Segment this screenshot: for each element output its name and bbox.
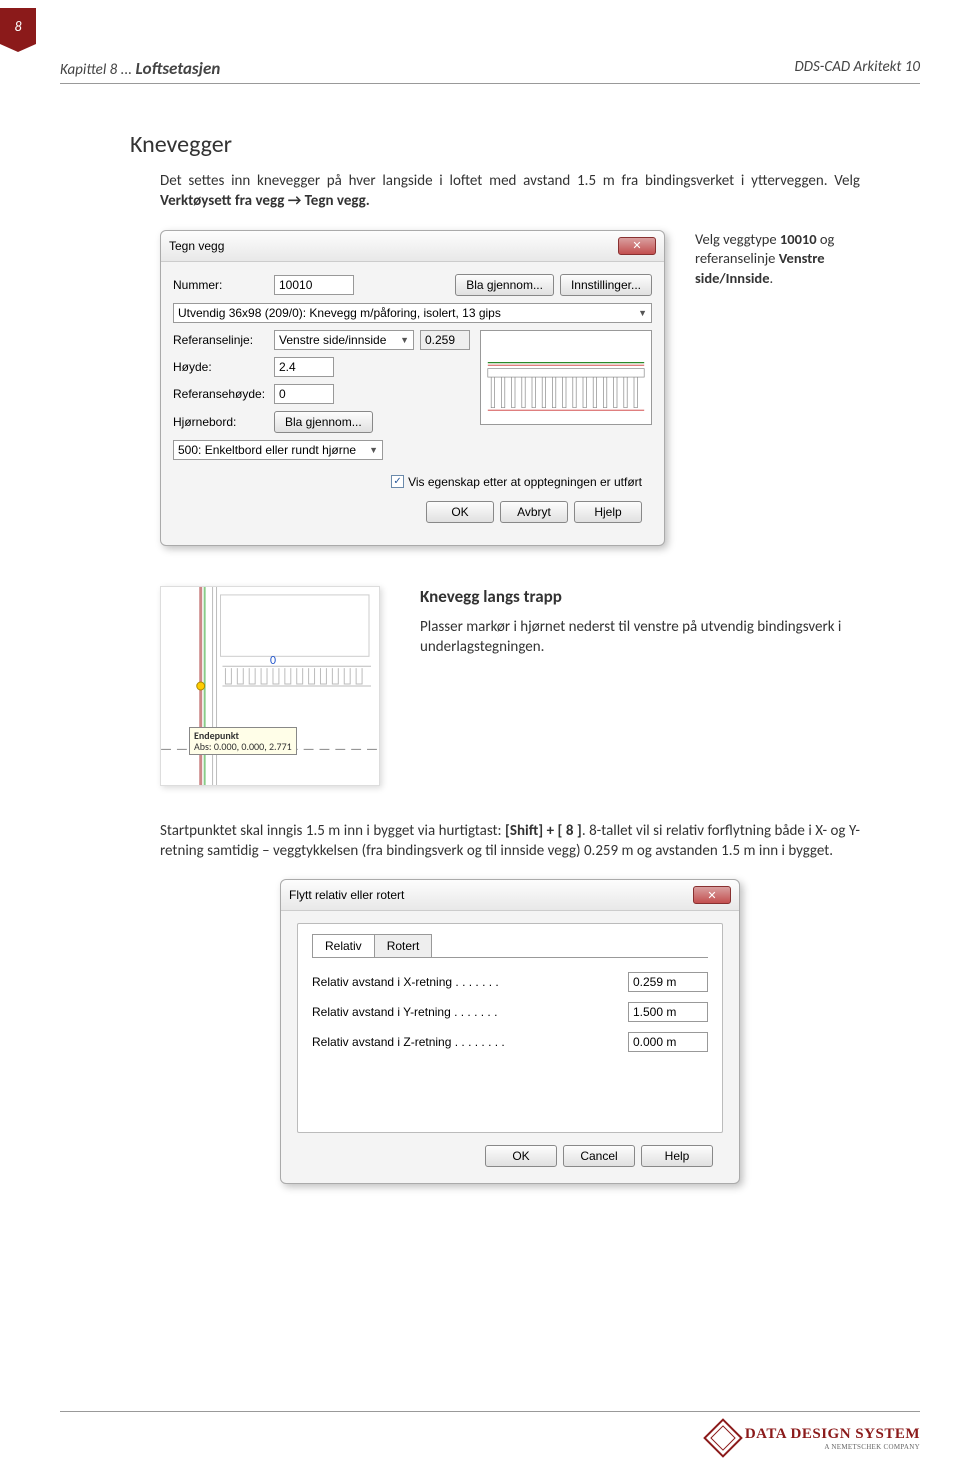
- wall-type-combo[interactable]: Utvendig 36x98 (209/0): Knevegg m/påfori…: [173, 303, 652, 323]
- cancel-button-2[interactable]: Cancel: [563, 1145, 635, 1167]
- hjorne-label: Hjørnebord:: [173, 415, 268, 429]
- s3-text-1: Startpunktet skal inngis 1.5 m inn i byg…: [160, 822, 505, 840]
- close-icon[interactable]: ✕: [618, 237, 656, 255]
- bla-gjennom-button[interactable]: Bla gjennom...: [455, 274, 554, 296]
- header-left: Kapittel 8 ... Loftsetasjen: [60, 58, 220, 79]
- hjorne-combo-text: 500: Enkeltbord eller rundt hjørne: [178, 443, 356, 457]
- dialog2-body: Relativ Rotert Relativ avstand i X-retni…: [281, 911, 739, 1183]
- checkbox-label: Vis egenskap etter at opptegningen er ut…: [408, 475, 642, 489]
- endpoint-tooltip: Endepunkt Abs: 0.000, 0.000, 2.771: [189, 727, 297, 755]
- x-input[interactable]: [628, 972, 708, 992]
- nummer-label: Nummer:: [173, 278, 268, 292]
- dialog-title: Tegn vegg: [169, 239, 224, 253]
- tooltip-coords: Abs: 0.000, 0.000, 2.771: [194, 741, 292, 752]
- product-name: DDS-CAD Arkitekt 10: [795, 58, 920, 79]
- z-label: Relativ avstand i Z-retning . . . . . . …: [312, 1035, 628, 1049]
- refh-label: Referansehøyde:: [173, 387, 268, 401]
- intro-text: Det settes inn knevegger på hver langsid…: [160, 172, 860, 190]
- content-area: Knevegger Det settes inn knevegger på hv…: [130, 130, 860, 1184]
- chapter-label: Kapittel 8 ...: [60, 61, 132, 79]
- tab-bar: Relativ Rotert: [312, 934, 708, 958]
- help-button-2[interactable]: Help: [641, 1145, 713, 1167]
- footer-logo: DATA DESIGN SYSTEM A NEMETSCHEK COMPANY: [709, 1424, 920, 1452]
- tab-rotert[interactable]: Rotert: [374, 934, 433, 957]
- section-heading-knevegger: Knevegger: [130, 130, 860, 159]
- section3-paragraph: Startpunktet skal inngis 1.5 m inn i byg…: [160, 821, 860, 862]
- sn-text-3: .: [770, 269, 774, 287]
- chevron-down-icon: ▼: [638, 308, 647, 318]
- tooltip-title: Endepunkt: [194, 730, 292, 741]
- ref-label: Referanselinje:: [173, 333, 268, 347]
- cad-snapshot: 0 Endepunkt Abs: 0.000, 0.000, 2.771: [160, 586, 380, 786]
- ok-button[interactable]: OK: [426, 501, 494, 523]
- brand-name: DATA DESIGN SYSTEM: [745, 1426, 920, 1443]
- y-input[interactable]: [628, 1002, 708, 1022]
- checkbox-icon[interactable]: ✓: [391, 475, 404, 488]
- cancel-button[interactable]: Avbryt: [500, 501, 568, 523]
- s3-bold: [Shift] + [ 8 ]: [505, 822, 582, 840]
- help-button[interactable]: Hjelp: [574, 501, 642, 523]
- subheading-knevegg-trapp: Knevegg langs trapp: [420, 586, 860, 607]
- dialog2-title: Flytt relativ eller rotert: [289, 888, 404, 902]
- y-label: Relativ avstand i Y-retning . . . . . . …: [312, 1005, 628, 1019]
- ref-num: [420, 330, 470, 350]
- tegn-vegg-dialog: Tegn vegg ✕ Nummer: Bla gjennom... Innst…: [160, 230, 665, 546]
- close-icon[interactable]: ✕: [693, 886, 731, 904]
- footer-rule: [60, 1411, 920, 1412]
- tab-relativ[interactable]: Relativ: [312, 934, 375, 957]
- side-note-1: Velg veggtype 10010 og referanselinje Ve…: [695, 230, 860, 289]
- wall-type-text: Utvendig 36x98 (209/0): Knevegg m/påfori…: [178, 306, 501, 320]
- nummer-input[interactable]: [274, 275, 354, 295]
- intro-paragraph: Det settes inn knevegger på hver langsid…: [130, 171, 860, 212]
- hoyde-label: Høyde:: [173, 360, 268, 374]
- wall-preview: [480, 330, 652, 425]
- sn-bold-1: 10010: [780, 230, 817, 248]
- hjorne-browse-button[interactable]: Bla gjennom...: [274, 411, 373, 433]
- page-number-badge: 8: [0, 8, 36, 44]
- flytt-relativ-dialog: Flytt relativ eller rotert ✕ Relativ Rot…: [280, 879, 740, 1184]
- ok-button-2[interactable]: OK: [485, 1145, 557, 1167]
- hoyde-input[interactable]: [274, 357, 334, 377]
- page-header: Kapittel 8 ... Loftsetasjen DDS-CAD Arki…: [60, 58, 920, 84]
- dialog-body: Nummer: Bla gjennom... Innstillinger... …: [161, 262, 664, 545]
- brand-sub: A NEMETSCHEK COMPANY: [745, 1443, 920, 1451]
- dialog2-titlebar: Flytt relativ eller rotert ✕: [281, 880, 739, 911]
- x-label: Relativ avstand i X-retning . . . . . . …: [312, 975, 628, 989]
- z-input[interactable]: [628, 1032, 708, 1052]
- innstillinger-button[interactable]: Innstillinger...: [560, 274, 652, 296]
- logo-icon: [703, 1418, 743, 1458]
- chevron-down-icon: ▼: [400, 335, 409, 345]
- hjorne-combo[interactable]: 500: Enkeltbord eller rundt hjørne ▼: [173, 440, 383, 460]
- ref-combo[interactable]: Venstre side/innside ▼: [274, 330, 414, 350]
- refh-input[interactable]: [274, 384, 334, 404]
- ref-value: Venstre side/innside: [279, 333, 386, 347]
- intro-bold: Verktøysett fra vegg → Tegn vegg.: [160, 192, 370, 210]
- page-number: 8: [14, 18, 21, 35]
- sn-text-1: Velg veggtype: [695, 230, 780, 248]
- chapter-title: Loftsetasjen: [135, 58, 220, 79]
- section2-paragraph: Plasser markør i hjørnet nederst til ven…: [420, 617, 860, 658]
- chevron-down-icon: ▼: [369, 445, 378, 455]
- svg-text:0: 0: [270, 654, 276, 668]
- dialog-titlebar: Tegn vegg ✕: [161, 231, 664, 262]
